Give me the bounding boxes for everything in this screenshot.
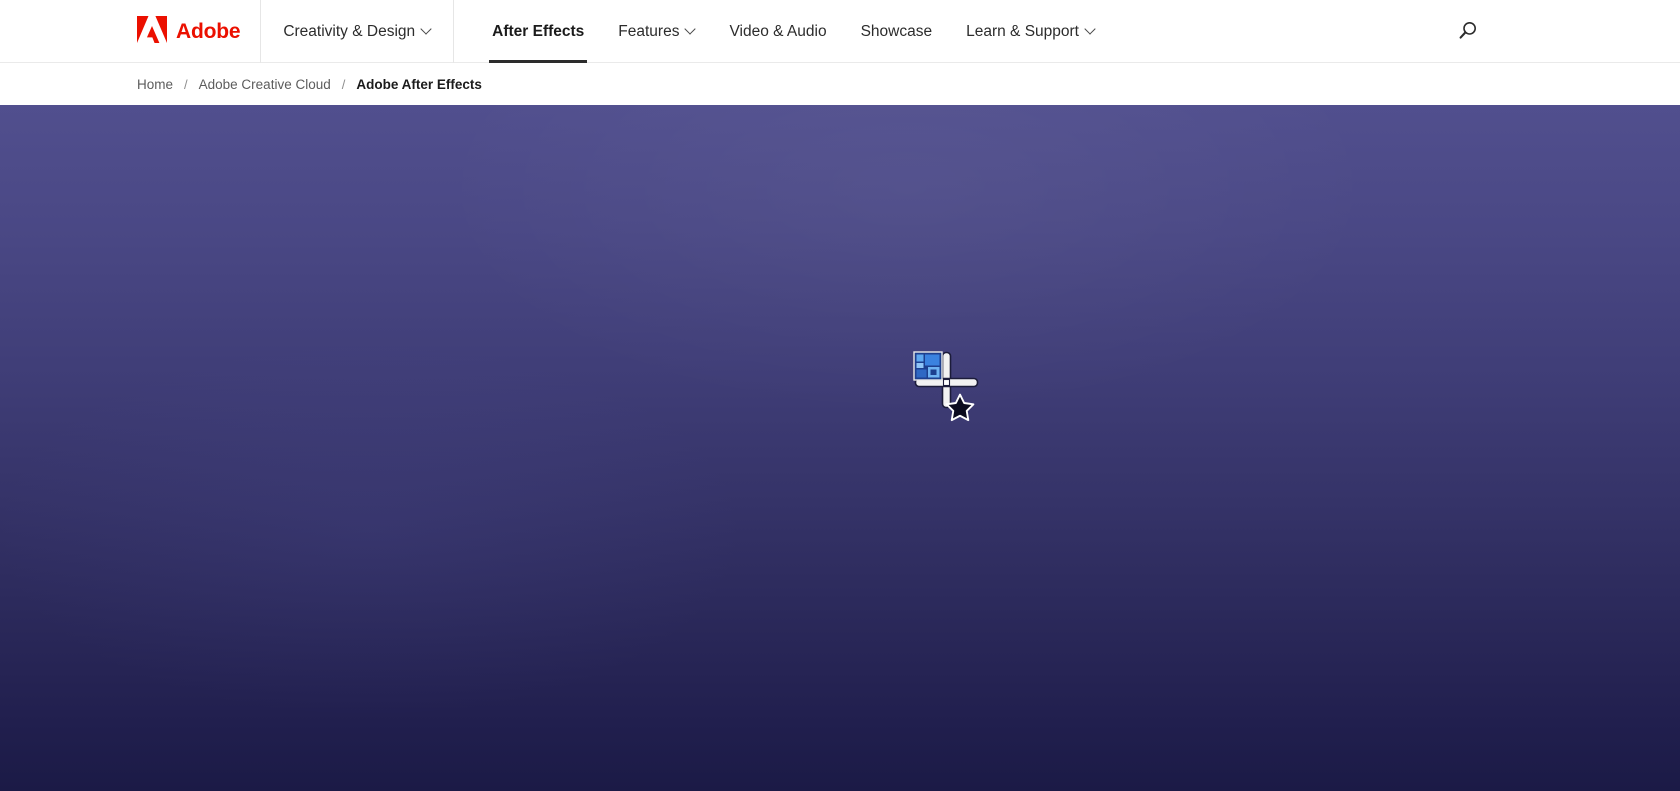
chevron-down-icon: [422, 25, 431, 34]
nav-item-after-effects[interactable]: After Effects: [475, 0, 601, 63]
nav-item-label: Learn & Support: [966, 22, 1079, 40]
nav-links: After Effects Features Video & Audio Sho…: [454, 0, 1112, 63]
nav-section-zone: Creativity & Design: [261, 0, 455, 63]
nav-item-label: Features: [618, 22, 680, 40]
breadcrumb-item-current: Adobe After Effects: [356, 76, 482, 92]
breadcrumb-separator: /: [341, 76, 346, 92]
breadcrumb-item-adobe-creative-cloud[interactable]: Adobe Creative Cloud: [199, 77, 331, 92]
adobe-wordmark: Adobe: [176, 20, 241, 43]
hero-background-sheen: [0, 105, 1680, 791]
adobe-triangle-logo-icon: [137, 15, 167, 48]
nav-item-label: After Effects: [492, 22, 585, 40]
nav-item-label: Video & Audio: [729, 22, 827, 40]
logo-zone: Adobe: [0, 0, 262, 63]
nav-item-video-and-audio[interactable]: Video & Audio: [712, 0, 843, 63]
chevron-down-icon: [1086, 25, 1095, 34]
search-button[interactable]: [1451, 15, 1485, 49]
nav-section-label: Creativity & Design: [283, 22, 416, 40]
star-icon: [945, 393, 975, 422]
nav-item-features[interactable]: Features: [601, 0, 712, 63]
chevron-down-icon: [686, 25, 695, 34]
nav-right-zone: [1451, 0, 1680, 63]
global-navigation-bar: Adobe Creativity & Design After Effects …: [0, 0, 1680, 63]
breadcrumb-separator: /: [184, 76, 188, 92]
nav-item-learn-and-support[interactable]: Learn & Support: [949, 0, 1112, 63]
search-icon: [1458, 20, 1479, 44]
breadcrumb: Home / Adobe Creative Cloud / Adobe Afte…: [137, 77, 482, 92]
nav-item-label: Showcase: [860, 22, 933, 40]
breadcrumb-item-home[interactable]: Home: [137, 77, 173, 92]
breadcrumb-bar: Home / Adobe Creative Cloud / Adobe Afte…: [0, 63, 1680, 105]
hero-section: [0, 105, 1680, 791]
adobe-home-link[interactable]: Adobe: [137, 15, 241, 48]
nav-item-showcase[interactable]: Showcase: [844, 0, 950, 63]
page-root: Adobe Creativity & Design After Effects …: [0, 0, 1680, 791]
nav-section-creativity-and-design[interactable]: Creativity & Design: [283, 23, 431, 41]
